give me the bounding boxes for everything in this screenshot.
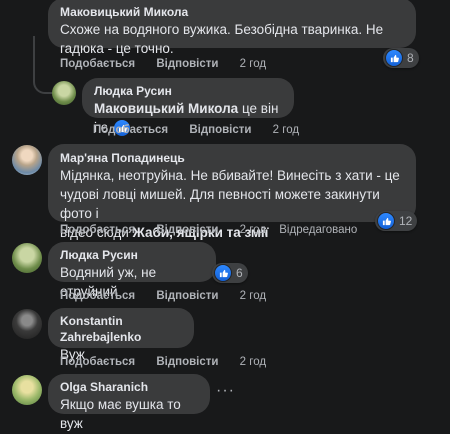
- like-thumb-icon: [214, 264, 232, 282]
- comment-actions: Подобається Відповісти 2 год: [93, 124, 317, 136]
- timestamp[interactable]: 2 год: [240, 356, 266, 368]
- timestamp[interactable]: 2 год: [240, 58, 266, 70]
- comment-bubble: Olga Sharanich Якщо має вушка то вуж: [48, 374, 210, 431]
- reply-link[interactable]: Відповісти: [156, 224, 218, 236]
- comment-bubble: Людка Русин Водяний уж, не отруйний: [48, 242, 216, 299]
- avatar[interactable]: [12, 145, 42, 175]
- avatar[interactable]: [12, 243, 42, 273]
- reaction-count[interactable]: 6: [212, 263, 248, 283]
- comment-text: Якщо має вушка то вуж: [60, 397, 181, 431]
- comment-bubble: Konstantin Zahrebajlenko Вуж: [48, 308, 194, 362]
- comment-actions: Подобається Відповісти 2 год: [60, 290, 284, 302]
- comment-text-line: Схоже на водяного вужика. Безобідна твар…: [60, 22, 384, 37]
- like-link[interactable]: Подобається: [60, 356, 135, 368]
- reaction-count[interactable]: 12: [375, 211, 418, 231]
- reply-link[interactable]: Відповісти: [156, 58, 218, 70]
- comment-text-line: чудові ловці мишей. Для певності можете …: [60, 187, 380, 221]
- edited-label[interactable]: Відредаговано: [279, 224, 357, 236]
- reaction-number: 12: [399, 214, 413, 228]
- like-link[interactable]: Подобається: [93, 124, 168, 136]
- reply-link[interactable]: Відповісти: [156, 356, 218, 368]
- comment-actions: Подобається Відповісти 2 год: [60, 356, 284, 368]
- reaction-number: 6: [236, 266, 243, 280]
- mention-link[interactable]: Маковицький Микола: [94, 101, 238, 116]
- comment-text: Схоже на водяного вужика. Безобідна твар…: [60, 20, 404, 58]
- more-options-icon[interactable]: ···: [216, 382, 235, 400]
- like-link[interactable]: Подобається: [60, 224, 135, 236]
- avatar[interactable]: [52, 81, 76, 105]
- comment-text-line: гадюка - це точно.: [60, 41, 174, 56]
- avatar[interactable]: [12, 309, 42, 339]
- comment-bubble: Мар'яна Попадинець Мідянка, неотруйна. Н…: [48, 144, 416, 240]
- comment-author[interactable]: Людка Русин: [94, 83, 282, 99]
- like-link[interactable]: Подобається: [60, 290, 135, 302]
- thread-connector: [33, 36, 53, 94]
- comment-author[interactable]: Мар'яна Попадинець: [60, 150, 404, 166]
- avatar[interactable]: [12, 375, 42, 405]
- reply-link[interactable]: Відповісти: [189, 124, 251, 136]
- comment-bubble: Людка Русин Маковицький Микола це він і …: [82, 78, 294, 137]
- timestamp[interactable]: 2 год: [273, 124, 299, 136]
- comment-author[interactable]: Konstantin Zahrebajlenko: [60, 313, 182, 345]
- comment-author[interactable]: Людка Русин: [60, 247, 204, 263]
- timestamp[interactable]: 2 год: [240, 290, 266, 302]
- reaction-count[interactable]: 8: [383, 48, 419, 68]
- comment-actions: Подобається Відповісти 2 год Відредагова…: [60, 224, 375, 236]
- comment-bubble: Маковицький Микола Схоже на водяного вуж…: [48, 0, 416, 56]
- like-thumb-icon: [377, 212, 395, 230]
- reply-link[interactable]: Відповісти: [156, 290, 218, 302]
- like-link[interactable]: Подобається: [60, 58, 135, 70]
- comment-author[interactable]: Olga Sharanich: [60, 379, 198, 395]
- timestamp[interactable]: 2 год: [240, 224, 266, 236]
- comment-text-line: Мідянка, неотруйна. Не вбивайте! Винесіт…: [60, 168, 400, 183]
- comment-actions: Подобається Відповісти 2 год: [60, 58, 284, 70]
- like-thumb-icon: [385, 49, 403, 67]
- comment-author[interactable]: Маковицький Микола: [60, 4, 404, 20]
- reaction-number: 8: [407, 51, 414, 65]
